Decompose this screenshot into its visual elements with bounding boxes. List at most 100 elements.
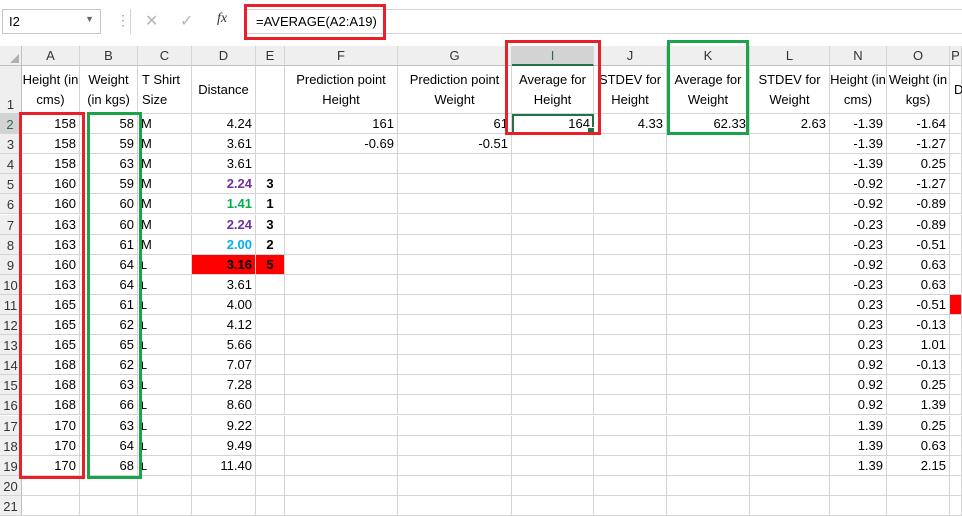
cell-a19[interactable]: 170 <box>22 455 80 476</box>
cell-d1[interactable]: Distance <box>192 66 256 114</box>
cell-c7[interactable]: M <box>138 214 192 235</box>
cell-c3[interactable]: M <box>138 134 192 155</box>
cell-c18[interactable]: L <box>138 435 192 456</box>
row-header-3[interactable]: 3 <box>0 134 22 155</box>
cell-i2[interactable]: 164 <box>512 114 595 136</box>
cell-j12[interactable] <box>594 315 667 336</box>
cell-a1[interactable]: Height (in cms) <box>22 66 80 114</box>
cell-o16[interactable]: 1.39 <box>887 395 950 416</box>
cell-b5[interactable]: 59 <box>80 174 138 195</box>
cell-g20[interactable] <box>398 475 512 496</box>
cell-d12[interactable]: 4.12 <box>192 315 256 336</box>
cell-a21[interactable] <box>22 495 80 516</box>
cell-l17[interactable] <box>750 415 830 436</box>
cell-a20[interactable] <box>22 475 80 496</box>
cell-g14[interactable] <box>398 355 512 376</box>
cell-k13[interactable] <box>667 335 750 356</box>
cell-n21[interactable] <box>830 495 887 516</box>
cell-g6[interactable] <box>398 194 512 215</box>
row-header-10[interactable]: 10 <box>0 274 22 295</box>
cell-l8[interactable] <box>750 234 830 255</box>
cell-p12[interactable] <box>950 315 962 336</box>
cell-g11[interactable] <box>398 294 512 315</box>
cell-o13[interactable]: 1.01 <box>887 335 950 356</box>
cell-f9[interactable] <box>285 254 398 275</box>
column-header-i[interactable]: I <box>512 46 594 66</box>
cell-f5[interactable] <box>285 174 398 195</box>
cell-a10[interactable]: 163 <box>22 274 80 295</box>
cell-f2[interactable]: 161 <box>285 114 398 135</box>
cell-e5[interactable]: 3 <box>256 174 285 195</box>
cell-f4[interactable] <box>285 154 398 175</box>
cell-b6[interactable]: 60 <box>80 194 138 215</box>
cell-l20[interactable] <box>750 475 830 496</box>
cell-e19[interactable] <box>256 455 285 476</box>
cell-c16[interactable]: L <box>138 395 192 416</box>
cell-e2[interactable] <box>256 114 285 135</box>
cell-d14[interactable]: 7.07 <box>192 355 256 376</box>
cell-p18[interactable] <box>950 435 962 456</box>
cell-o5[interactable]: -1.27 <box>887 174 950 195</box>
cell-k17[interactable] <box>667 415 750 436</box>
cell-j18[interactable] <box>594 435 667 456</box>
row-header-8[interactable]: 8 <box>0 234 22 255</box>
cell-b8[interactable]: 61 <box>80 234 138 255</box>
cell-p11[interactable] <box>950 294 962 315</box>
cell-o1[interactable]: Weight (in kgs) <box>887 66 950 114</box>
cell-g17[interactable] <box>398 415 512 436</box>
cell-n8[interactable]: -0.23 <box>830 234 887 255</box>
cell-o21[interactable] <box>887 495 950 516</box>
cell-e15[interactable] <box>256 375 285 396</box>
cell-j8[interactable] <box>594 234 667 255</box>
cell-g2[interactable]: 61 <box>398 114 512 135</box>
cell-e13[interactable] <box>256 335 285 356</box>
cell-i8[interactable] <box>512 234 594 255</box>
select-all-button[interactable] <box>0 46 22 66</box>
cell-a16[interactable]: 168 <box>22 395 80 416</box>
cell-p2[interactable] <box>950 114 962 135</box>
cell-a7[interactable]: 163 <box>22 214 80 235</box>
cell-l11[interactable] <box>750 294 830 315</box>
cell-c12[interactable]: L <box>138 315 192 336</box>
cell-n6[interactable]: -0.92 <box>830 194 887 215</box>
cell-g16[interactable] <box>398 395 512 416</box>
cell-j16[interactable] <box>594 395 667 416</box>
cell-o8[interactable]: -0.51 <box>887 234 950 255</box>
cell-d21[interactable] <box>192 495 256 516</box>
cell-f13[interactable] <box>285 335 398 356</box>
cell-l4[interactable] <box>750 154 830 175</box>
cell-c6[interactable]: M <box>138 194 192 215</box>
cell-d11[interactable]: 4.00 <box>192 294 256 315</box>
cell-n20[interactable] <box>830 475 887 496</box>
cell-p9[interactable] <box>950 254 962 275</box>
cell-b19[interactable]: 68 <box>80 455 138 476</box>
cell-i11[interactable] <box>512 294 594 315</box>
cell-a18[interactable]: 170 <box>22 435 80 456</box>
cell-p10[interactable] <box>950 274 962 295</box>
cell-i7[interactable] <box>512 214 594 235</box>
cell-c9[interactable]: L <box>138 254 192 275</box>
name-box-dropdown-icon[interactable]: ▼ <box>85 14 94 24</box>
cell-n2[interactable]: -1.39 <box>830 114 887 135</box>
cell-n11[interactable]: 0.23 <box>830 294 887 315</box>
row-header-16[interactable]: 16 <box>0 395 22 416</box>
cell-o11[interactable]: -0.51 <box>887 294 950 315</box>
cell-k21[interactable] <box>667 495 750 516</box>
cell-e11[interactable] <box>256 294 285 315</box>
cell-p20[interactable] <box>950 475 962 496</box>
name-box[interactable]: I2 ▼ <box>2 9 101 34</box>
cell-k7[interactable] <box>667 214 750 235</box>
row-header-19[interactable]: 19 <box>0 455 22 476</box>
cell-a12[interactable]: 165 <box>22 315 80 336</box>
cell-p7[interactable] <box>950 214 962 235</box>
cell-a4[interactable]: 158 <box>22 154 80 175</box>
cell-a8[interactable]: 163 <box>22 234 80 255</box>
cell-k15[interactable] <box>667 375 750 396</box>
cell-o4[interactable]: 0.25 <box>887 154 950 175</box>
cell-g13[interactable] <box>398 335 512 356</box>
cell-e9[interactable]: 5 <box>256 254 285 275</box>
cell-c8[interactable]: M <box>138 234 192 255</box>
cell-p4[interactable] <box>950 154 962 175</box>
cell-f8[interactable] <box>285 234 398 255</box>
cell-a15[interactable]: 168 <box>22 375 80 396</box>
